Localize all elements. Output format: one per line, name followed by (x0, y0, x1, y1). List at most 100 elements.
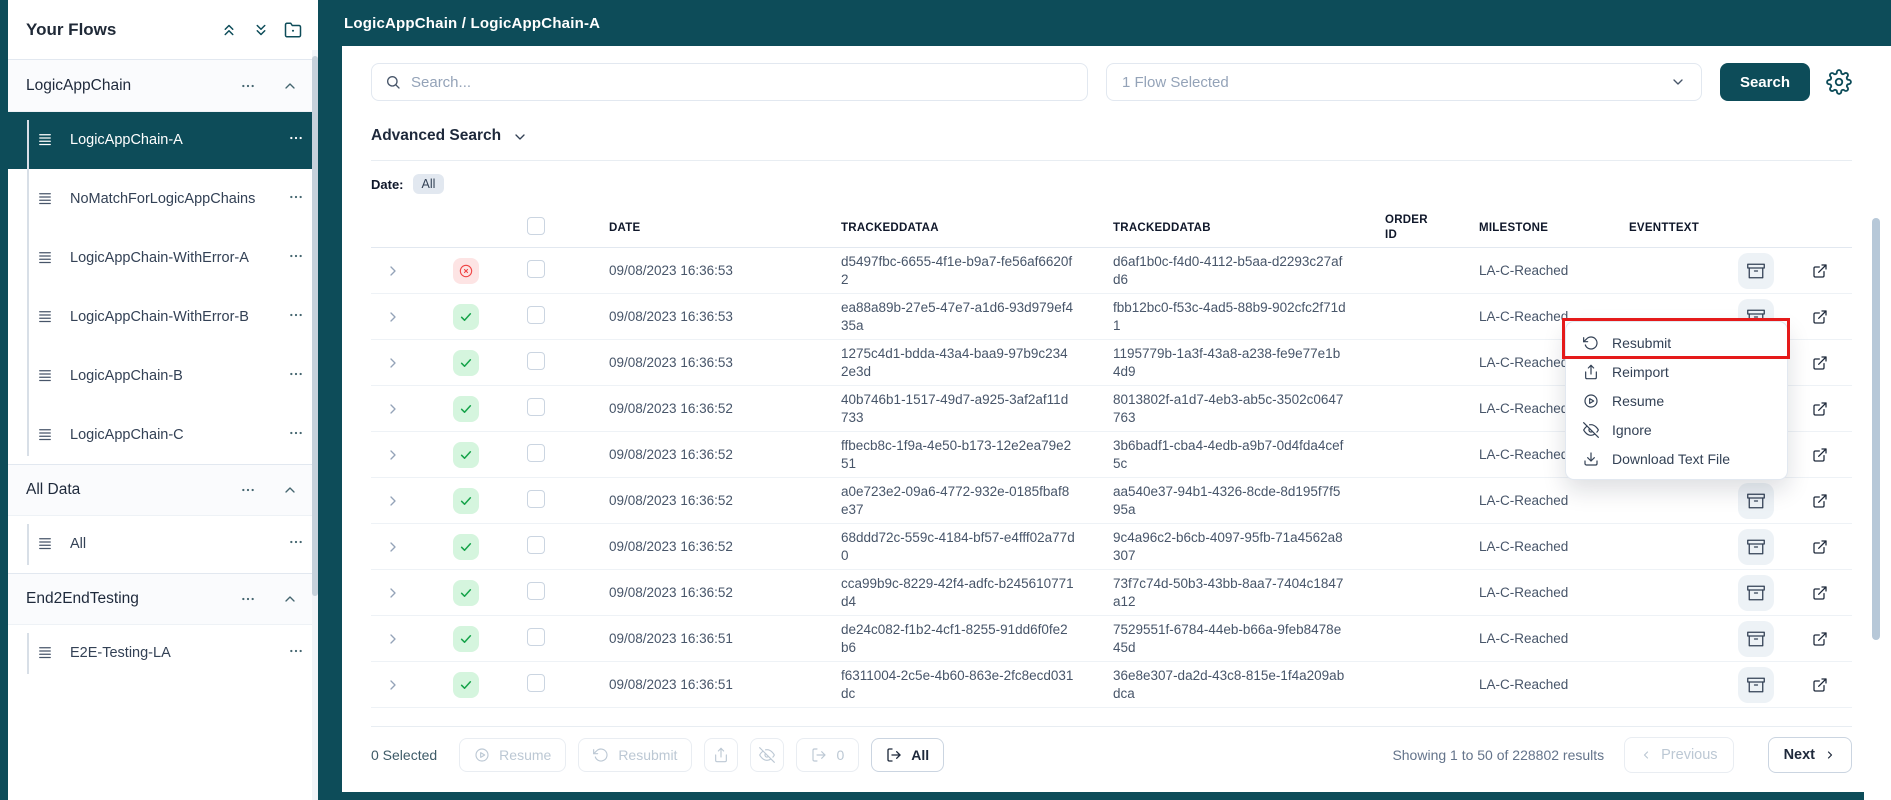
resubmit-button[interactable]: Resubmit (578, 738, 692, 772)
ellipsis-icon[interactable] (288, 307, 304, 323)
chevron-up-icon[interactable] (282, 78, 298, 94)
export-all-button[interactable]: All (871, 738, 944, 772)
search-input[interactable] (411, 74, 1074, 91)
sidebar-item[interactable]: LogicAppChain-C (8, 407, 318, 464)
column-header-eventtext[interactable]: EVENTTEXT (1629, 222, 1788, 234)
sidebar-item[interactable]: E2E-Testing-LA (8, 625, 318, 682)
external-link-icon[interactable] (1788, 539, 1852, 555)
row-checkbox[interactable] (527, 628, 545, 646)
chevron-up-icon[interactable] (282, 482, 298, 498)
eventtext-archive-button[interactable] (1738, 253, 1774, 289)
search-button[interactable]: Search (1720, 63, 1810, 101)
ellipsis-icon[interactable] (288, 189, 304, 205)
row-checkbox[interactable] (527, 260, 545, 278)
reimport-icon-button[interactable] (704, 738, 738, 772)
sidebar-scrollbar[interactable] (312, 50, 318, 800)
external-link-icon[interactable] (1788, 309, 1852, 325)
expand-row-icon[interactable] (371, 539, 423, 555)
external-link-icon[interactable] (1788, 677, 1852, 693)
ellipsis-icon[interactable] (288, 130, 304, 146)
sidebar-item[interactable]: LogicAppChain-WithError-A (8, 230, 318, 287)
external-link-icon[interactable] (1788, 355, 1852, 371)
column-header-milestone[interactable]: MILESTONE (1479, 222, 1629, 234)
table-row[interactable]: 09/08/2023 16:36:52 68ddd72c-559c-4184-b… (371, 524, 1852, 570)
row-checkbox[interactable] (527, 490, 545, 508)
row-checkbox[interactable] (527, 582, 545, 600)
date-filter-chip[interactable]: All (413, 174, 445, 194)
ellipsis-icon[interactable] (288, 425, 304, 441)
next-page-button[interactable]: Next (1768, 737, 1852, 773)
collapse-all-icon[interactable] (220, 21, 238, 39)
context-menu-item-resubmit[interactable]: Resubmit (1566, 328, 1787, 357)
resume-button[interactable]: Resume (459, 738, 566, 772)
sidebar-item[interactable]: LogicAppChain-A (8, 112, 318, 169)
ellipsis-icon[interactable] (288, 643, 304, 659)
expand-row-icon[interactable] (371, 447, 423, 463)
row-checkbox[interactable] (527, 306, 545, 324)
eventtext-archive-button[interactable] (1738, 667, 1774, 703)
sidebar-item[interactable]: NoMatchForLogicAppChains (8, 171, 318, 228)
column-header-trackeddataa[interactable]: TRACKEDDATAA (841, 222, 1113, 234)
expand-row-icon[interactable] (371, 585, 423, 601)
expand-row-icon[interactable] (371, 631, 423, 647)
chevron-up-icon[interactable] (282, 591, 298, 607)
table-row[interactable]: 09/08/2023 16:36:52 a0e723e2-09a6-4772-9… (371, 478, 1852, 524)
sidebar-group-header[interactable]: All Data (8, 464, 318, 516)
expand-row-icon[interactable] (371, 309, 423, 325)
row-checkbox[interactable] (527, 536, 545, 554)
sidebar-group-header[interactable]: End2EndTesting (8, 573, 318, 625)
expand-row-icon[interactable] (371, 493, 423, 509)
external-link-icon[interactable] (1788, 447, 1852, 463)
eventtext-archive-button[interactable] (1738, 483, 1774, 519)
column-header-date[interactable]: DATE (551, 222, 841, 234)
column-header-trackeddatab[interactable]: TRACKEDDATAB (1113, 222, 1385, 234)
expand-row-icon[interactable] (371, 677, 423, 693)
table-row[interactable]: 09/08/2023 16:36:51 de24c082-f1b2-4cf1-8… (371, 616, 1852, 662)
expand-all-icon[interactable] (252, 21, 270, 39)
settings-gear-icon[interactable] (1826, 69, 1852, 95)
page-scrollbar-thumb[interactable] (1872, 218, 1880, 640)
ellipsis-icon[interactable] (288, 534, 304, 550)
export-count-button[interactable]: 0 (796, 738, 859, 772)
ignore-icon-button[interactable] (750, 738, 784, 772)
context-menu-item-ignore[interactable]: Ignore (1566, 415, 1787, 444)
table-row[interactable]: 09/08/2023 16:36:52 cca99b9c-8229-42f4-a… (371, 570, 1852, 616)
ellipsis-icon[interactable] (288, 248, 304, 264)
row-checkbox[interactable] (527, 444, 545, 462)
external-link-icon[interactable] (1788, 263, 1852, 279)
context-menu-item-download-text-file[interactable]: Download Text File (1566, 444, 1787, 473)
table-row[interactable]: 09/08/2023 16:36:53 d5497fbc-6655-4f1e-b… (371, 248, 1852, 294)
ellipsis-icon[interactable] (240, 482, 256, 498)
external-link-icon[interactable] (1788, 401, 1852, 417)
ellipsis-icon[interactable] (288, 366, 304, 382)
expand-row-icon[interactable] (371, 263, 423, 279)
flow-select[interactable]: 1 Flow Selected (1106, 63, 1702, 101)
sidebar-item[interactable]: LogicAppChain-B (8, 348, 318, 405)
context-menu-item-resume[interactable]: Resume (1566, 386, 1787, 415)
eventtext-archive-button[interactable] (1738, 529, 1774, 565)
eventtext-archive-button[interactable] (1738, 621, 1774, 657)
eventtext-archive-button[interactable] (1738, 575, 1774, 611)
sidebar-item[interactable]: All (8, 516, 318, 573)
sidebar-scrollbar-thumb[interactable] (312, 56, 318, 596)
select-all-checkbox[interactable] (527, 217, 545, 235)
column-header-order-id[interactable]: ORDER ID (1385, 213, 1479, 243)
row-checkbox[interactable] (527, 398, 545, 416)
expand-row-icon[interactable] (371, 401, 423, 417)
sidebar-group-header[interactable]: LogicAppChain (8, 60, 318, 112)
sidebar-item[interactable]: LogicAppChain-WithError-B (8, 289, 318, 346)
row-checkbox[interactable] (527, 674, 545, 692)
cell-trackeddatab: fbb12bc0-f53c-4ad5-88b9-902cfc2f71d1 (1113, 299, 1347, 334)
expand-row-icon[interactable] (371, 355, 423, 371)
advanced-search-toggle[interactable]: Advanced Search (371, 127, 528, 145)
row-checkbox[interactable] (527, 352, 545, 370)
table-row[interactable]: 09/08/2023 16:36:51 f6311004-2c5e-4b60-8… (371, 662, 1852, 708)
ellipsis-icon[interactable] (240, 78, 256, 94)
context-menu-item-reimport[interactable]: Reimport (1566, 357, 1787, 386)
ellipsis-icon[interactable] (240, 591, 256, 607)
folder-icon[interactable] (284, 21, 302, 39)
external-link-icon[interactable] (1788, 585, 1852, 601)
external-link-icon[interactable] (1788, 493, 1852, 509)
external-link-icon[interactable] (1788, 631, 1852, 647)
previous-page-button[interactable]: Previous (1624, 737, 1733, 773)
